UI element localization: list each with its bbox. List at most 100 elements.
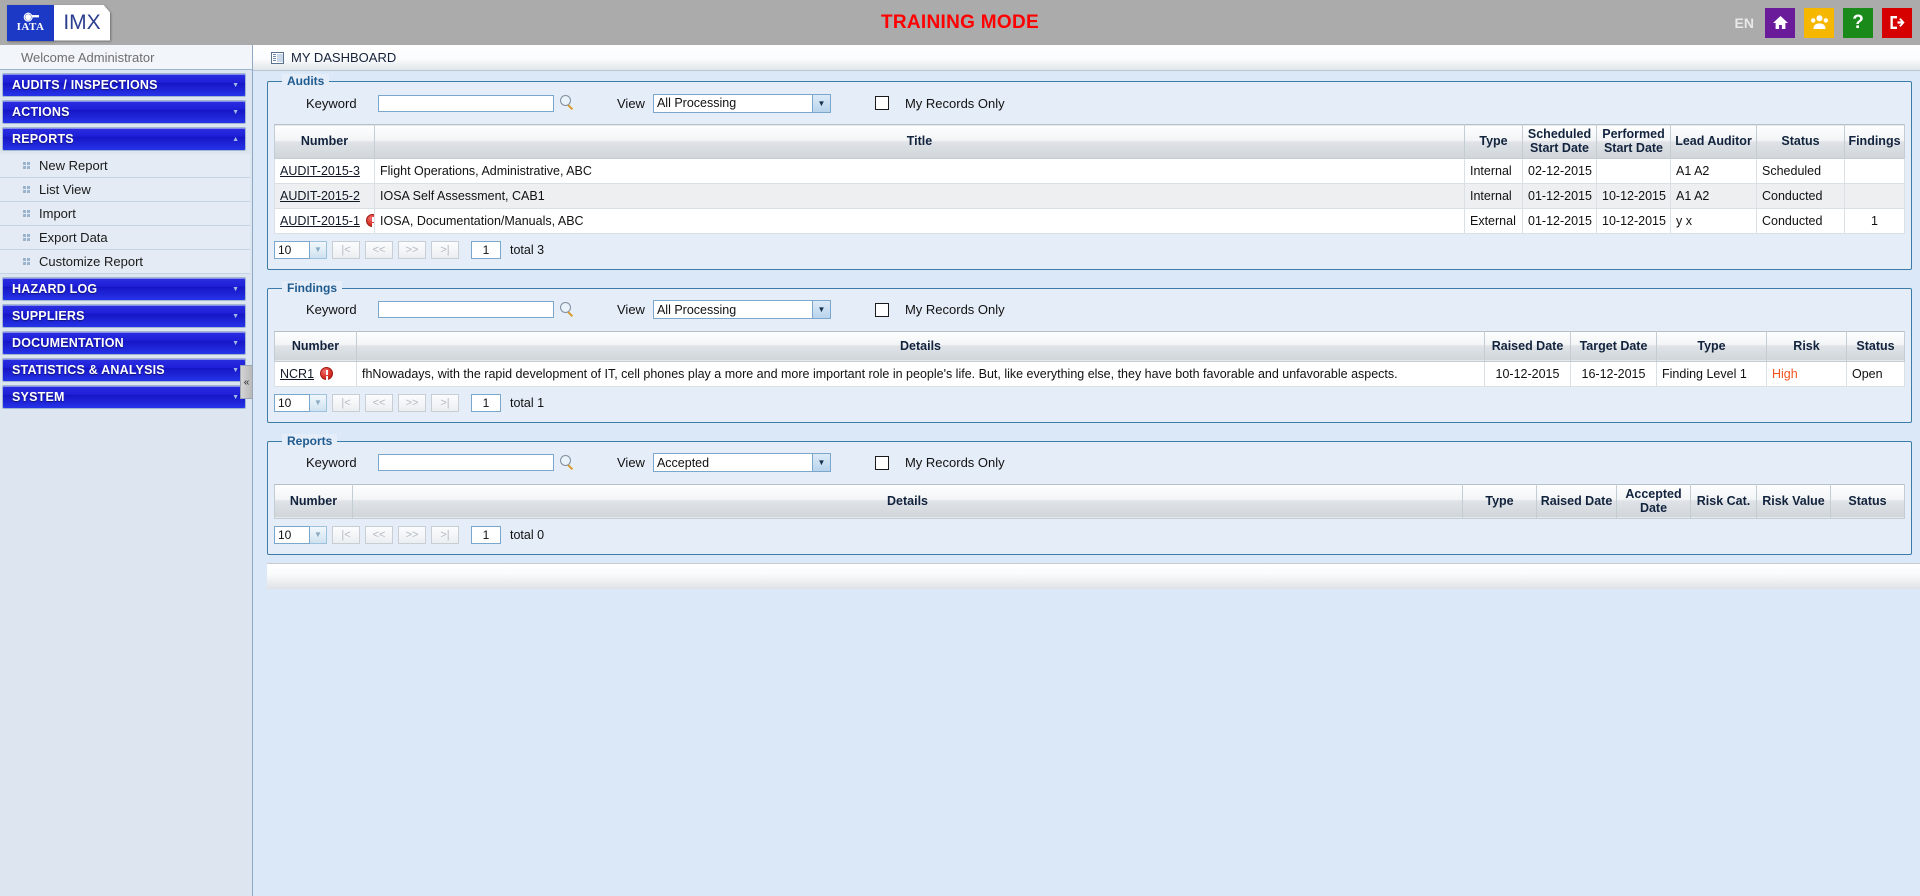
findings-page-size-select[interactable]: 10 ▼ <box>274 393 327 412</box>
findings-my-records-toggle[interactable]: My Records Only <box>874 302 1005 318</box>
audit-number-link[interactable]: AUDIT-2015-2 <box>280 189 360 203</box>
findings-col-raised-date[interactable]: Raised Date <box>1484 330 1571 362</box>
finding-number-link[interactable]: NCR1 <box>280 367 314 381</box>
findings-my-records-checkbox[interactable] <box>874 302 889 317</box>
sidebar-item-import[interactable]: Import <box>0 202 250 226</box>
findings-keyword-input[interactable] <box>378 301 554 319</box>
audit-number-link[interactable]: AUDIT-2015-1 <box>280 214 360 228</box>
audit-scheduled-start-cell: 01-12-2015 <box>1522 183 1597 209</box>
findings-pager: 10 ▼ |< << >> >| 1 total 1 <box>274 387 1905 415</box>
audits-my-records-toggle[interactable]: My Records Only <box>874 96 1005 111</box>
findings-search-icon[interactable] <box>559 301 575 318</box>
reports-my-records-checkbox[interactable] <box>874 455 889 470</box>
findings-col-type[interactable]: Type <box>1656 330 1767 362</box>
reports-keyword-label: Keyword <box>306 455 357 471</box>
findings-col-status[interactable]: Status <box>1846 330 1905 362</box>
users-icon[interactable] <box>1804 7 1834 38</box>
sidebar-group-statistics-analysis: STATISTICS & ANALYSIS ▼ <box>0 358 250 382</box>
findings-col-target-date[interactable]: Target Date <box>1570 330 1657 362</box>
sidebar-item-list-view[interactable]: List View <box>0 178 250 202</box>
audits-col-findings[interactable]: Findings <box>1844 124 1905 159</box>
reports-next-page-button[interactable]: >> <box>398 525 426 544</box>
reports-col-raised-date[interactable]: Raised Date <box>1536 483 1617 519</box>
reports-col-type[interactable]: Type <box>1462 483 1537 519</box>
chevron-down-icon: ▼ <box>812 453 831 473</box>
audits-first-page-button[interactable]: |< <box>332 240 360 259</box>
audits-prev-page-button[interactable]: << <box>365 240 393 259</box>
audits-table-body: AUDIT-2015-3 Flight Operations, Administr… <box>274 158 1905 234</box>
audit-number-link[interactable]: AUDIT-2015-3 <box>280 164 360 178</box>
audits-col-type[interactable]: Type <box>1464 124 1523 159</box>
home-icon[interactable] <box>1765 7 1795 38</box>
audits-col-scheduled-start-date[interactable]: Scheduled Start Date <box>1522 124 1597 159</box>
sidebar-group-system: SYSTEM ▼ <box>0 385 250 409</box>
reports-col-details[interactable]: Details <box>352 483 1463 519</box>
audits-page-size-select[interactable]: 10 ▼ <box>274 240 327 259</box>
sidebar-collapse-icon[interactable]: « <box>240 365 253 399</box>
findings-prev-page-button[interactable]: << <box>365 393 393 412</box>
audits-search-icon[interactable] <box>559 95 575 111</box>
sidebar-item-audits-inspections[interactable]: AUDITS / INSPECTIONS ▼ <box>2 73 246 97</box>
reports-keyword-input[interactable] <box>378 454 554 472</box>
audits-col-lead-auditor[interactable]: Lead Auditor <box>1670 124 1757 159</box>
sidebar-item-hazard-log[interactable]: HAZARD LOG ▼ <box>2 277 246 301</box>
app-logo[interactable]: ◉━ IATA IMX <box>7 4 110 41</box>
audit-title-cell: IOSA Self Assessment, CAB1 <box>374 183 1465 209</box>
findings-next-page-button[interactable]: >> <box>398 393 426 412</box>
findings-page-number-input[interactable]: 1 <box>471 393 501 412</box>
language-indicator[interactable]: EN <box>1735 15 1754 31</box>
audit-type-cell: Internal <box>1464 158 1523 184</box>
audits-col-performed-start-date[interactable]: Performed Start Date <box>1596 124 1671 159</box>
audits-next-page-button[interactable]: >> <box>398 240 426 259</box>
audits-panel: Audits Keyword View All Processing ▼ My … <box>267 74 1912 270</box>
audits-keyword-input[interactable] <box>378 94 554 112</box>
audits-col-status[interactable]: Status <box>1756 124 1845 159</box>
sidebar-item-customize-report[interactable]: Customize Report <box>0 250 250 274</box>
reports-page-number-input[interactable]: 1 <box>471 525 501 544</box>
sidebar-item-export-data[interactable]: Export Data <box>0 226 250 250</box>
sidebar-item-new-report[interactable]: New Report <box>0 154 250 178</box>
reports-col-risk-value[interactable]: Risk Value <box>1756 483 1831 519</box>
reports-page-size-select[interactable]: 10 ▼ <box>274 525 327 544</box>
findings-col-number[interactable]: Number <box>274 330 357 362</box>
audits-col-title[interactable]: Title <box>374 124 1465 159</box>
reports-col-number[interactable]: Number <box>274 483 353 519</box>
reports-search-icon[interactable] <box>559 454 575 471</box>
sidebar-item-actions[interactable]: ACTIONS ▼ <box>2 100 246 124</box>
table-row: AUDIT-2015-3 Flight Operations, Administr… <box>274 158 1905 184</box>
audits-col-number[interactable]: Number <box>274 124 375 159</box>
reports-view-select[interactable]: Accepted ▼ <box>652 453 831 473</box>
reports-first-page-button[interactable]: |< <box>332 525 360 544</box>
finding-raised-date-cell: 10-12-2015 <box>1484 361 1571 387</box>
findings-my-records-label: My Records Only <box>904 302 1005 318</box>
reports-col-status[interactable]: Status <box>1830 483 1905 519</box>
audits-my-records-checkbox[interactable] <box>874 96 889 110</box>
sidebar-item-suppliers[interactable]: SUPPLIERS ▼ <box>2 304 246 328</box>
sidebar-item-system[interactable]: SYSTEM ▼ <box>2 385 246 409</box>
audit-number-cell: AUDIT-2015-2 <box>274 183 375 209</box>
reports-col-risk-cat[interactable]: Risk Cat. <box>1690 483 1757 519</box>
findings-view-select[interactable]: All Processing ▼ <box>652 300 831 320</box>
audits-page-number-input[interactable]: 1 <box>471 240 501 259</box>
header-actions: EN ? <box>1735 7 1912 38</box>
findings-col-risk[interactable]: Risk <box>1766 330 1847 362</box>
iata-logo-text: IATA <box>16 21 45 33</box>
findings-first-page-button[interactable]: |< <box>332 393 360 412</box>
reports-my-records-toggle[interactable]: My Records Only <box>874 455 1005 470</box>
sidebar-item-reports[interactable]: REPORTS ▲ <box>2 127 246 151</box>
reports-last-page-button[interactable]: >| <box>431 525 459 544</box>
audit-scheduled-start-cell: 01-12-2015 <box>1522 208 1597 234</box>
reports-col-accepted-date[interactable]: Accepted Date <box>1616 483 1691 519</box>
audits-view-select[interactable]: All Processing ▼ <box>652 93 831 113</box>
findings-last-page-button[interactable]: >| <box>431 393 459 412</box>
sidebar-item-documentation[interactable]: DOCUMENTATION ▼ <box>2 331 246 355</box>
sidebar-item-label: HAZARD LOG <box>12 282 98 296</box>
reports-prev-page-button[interactable]: << <box>365 525 393 544</box>
sidebar-subitem-label: Customize Report <box>39 254 144 269</box>
logout-icon[interactable] <box>1882 7 1912 38</box>
dashboard-icon <box>271 51 284 64</box>
sidebar-item-statistics-analysis[interactable]: STATISTICS & ANALYSIS ▼ <box>2 358 246 382</box>
help-icon[interactable]: ? <box>1843 7 1873 38</box>
audits-last-page-button[interactable]: >| <box>431 240 459 259</box>
findings-col-details[interactable]: Details <box>356 330 1485 362</box>
